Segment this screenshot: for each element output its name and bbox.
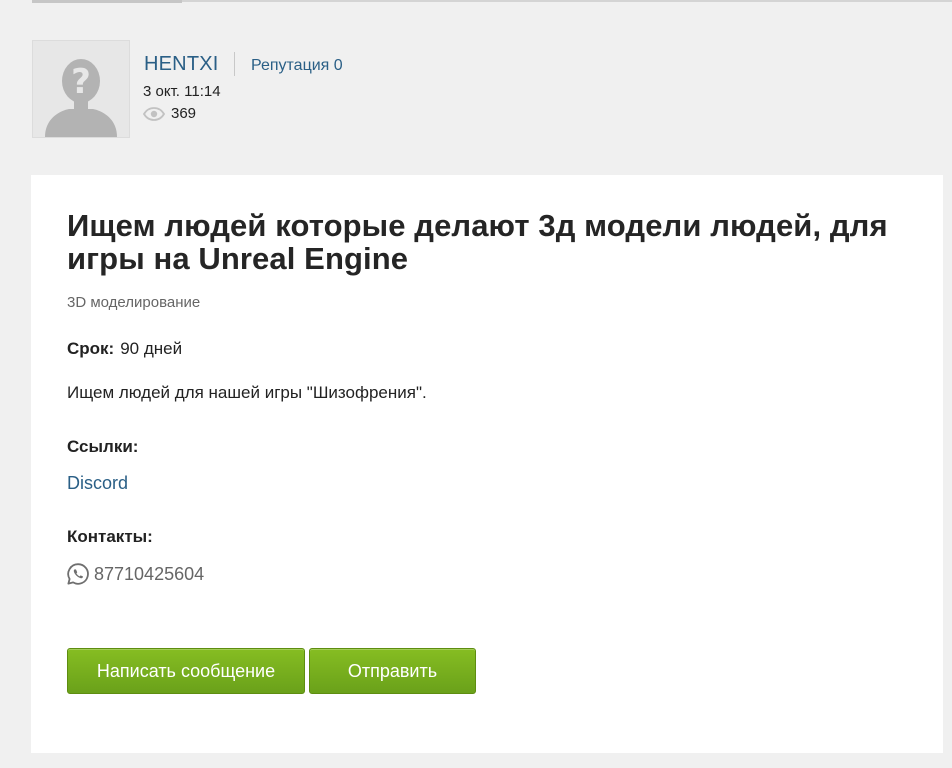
links-heading: Ссылки: <box>67 437 139 456</box>
term-label: Срок: <box>67 339 115 358</box>
whatsapp-icon <box>67 563 89 585</box>
author-avatar[interactable]: ? <box>32 40 130 138</box>
contacts-heading: Контакты: <box>67 527 153 546</box>
term-value: 90 дней <box>120 339 183 358</box>
post-card: Ищем людей которые делают 3д модели люде… <box>31 175 943 753</box>
default-avatar-icon: ? <box>33 41 129 137</box>
svg-text:?: ? <box>71 62 91 102</box>
post-term: Срок: 90 дней <box>67 339 182 359</box>
author-name-link[interactable]: HENTXI <box>144 52 219 76</box>
discord-link[interactable]: Discord <box>67 473 128 494</box>
contact-phone: 87710425604 <box>66 562 204 586</box>
top-divider-accent <box>32 0 182 3</box>
send-button[interactable]: Отправить <box>309 648 476 694</box>
post-date: 3 окт. 11:14 <box>143 83 221 100</box>
top-divider <box>32 0 952 3</box>
author-block: ? HENTXI Репутация 0 3 окт. 11:14 369 <box>32 40 632 140</box>
views-value: 369 <box>171 105 197 122</box>
author-reputation[interactable]: Репутация 0 <box>251 56 343 76</box>
eye-icon <box>143 107 165 121</box>
phone-number: 87710425604 <box>94 563 205 584</box>
author-separator <box>234 52 235 76</box>
post-description: Ищем людей для нашей игры "Шизофрения". <box>67 383 427 402</box>
write-message-button[interactable]: Написать сообщение <box>67 648 305 694</box>
post-category: 3D моделирование <box>67 294 201 311</box>
views-count: 369 <box>143 105 196 123</box>
post-title: Ищем людей которые делают 3д модели люде… <box>67 208 888 276</box>
